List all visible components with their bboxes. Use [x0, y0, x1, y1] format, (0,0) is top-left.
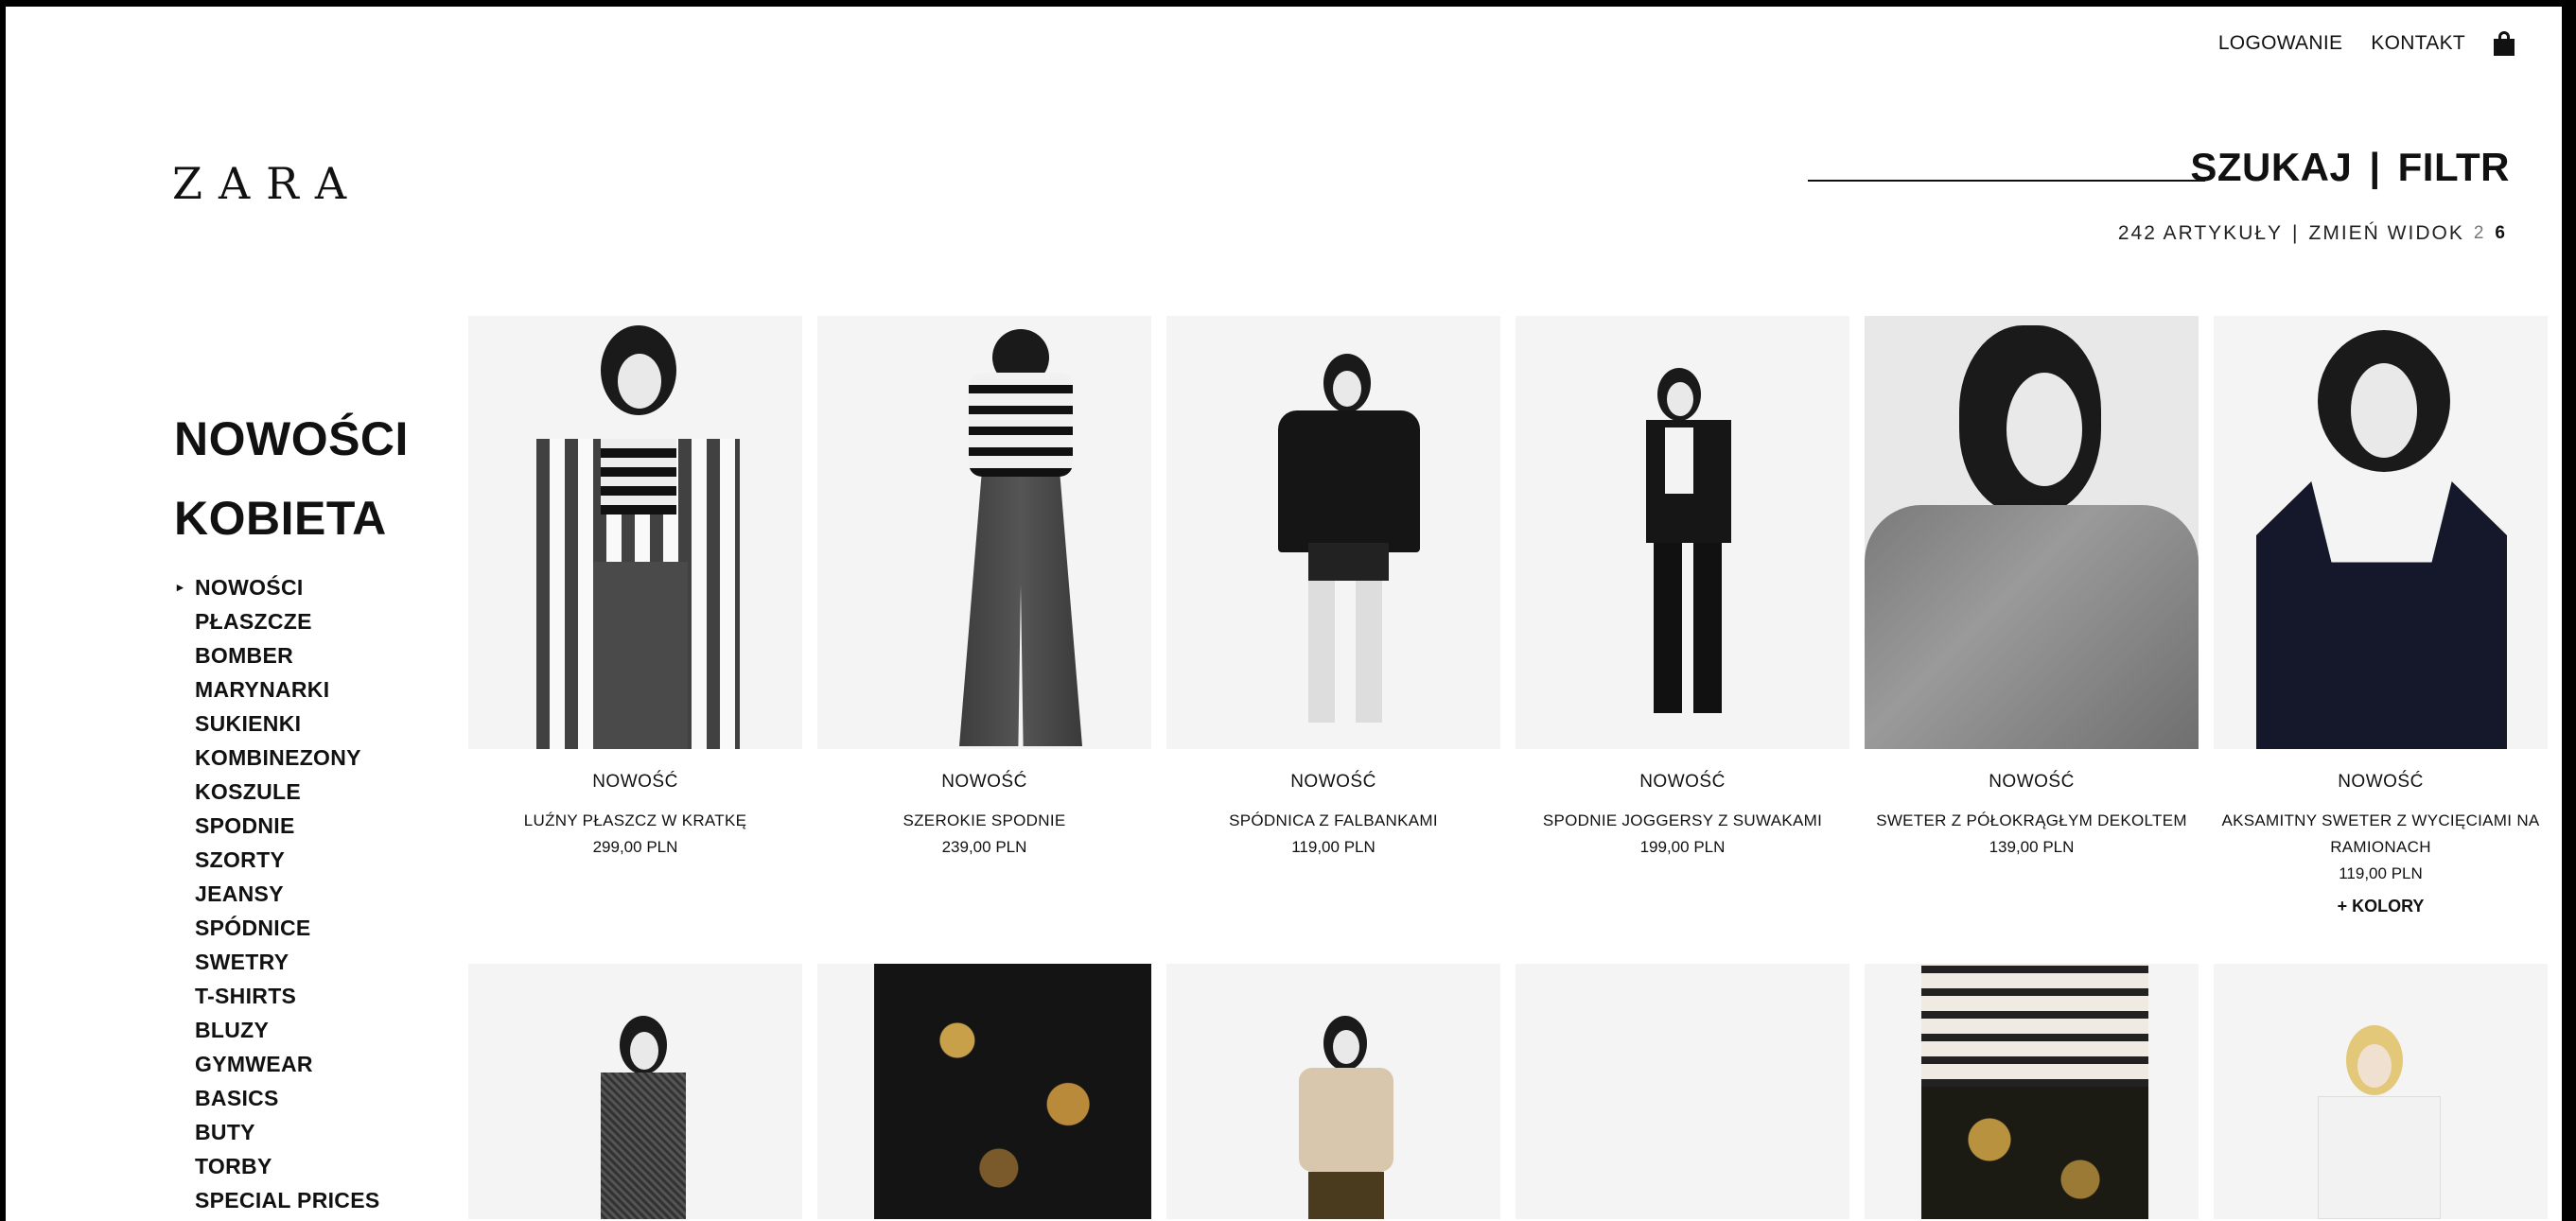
product-tag: NOWOŚĆ [592, 772, 678, 792]
shopping-bag-icon[interactable] [2494, 31, 2515, 56]
product-card[interactable] [1166, 964, 1500, 1219]
login-link[interactable]: LOGOWANIE [2218, 32, 2342, 55]
product-image[interactable] [2214, 316, 2548, 749]
product-image[interactable] [1166, 316, 1500, 749]
product-card[interactable]: NOWOŚĆ SPÓDNICA Z FALBANKAMI 119,00 PLN [1166, 316, 1500, 964]
bullet-icon: ▸ [177, 580, 184, 594]
separator: | [2369, 145, 2381, 189]
search-input-underline[interactable] [1808, 180, 2205, 182]
product-card[interactable]: NOWOŚĆ SZEROKIE SPODNIE 239,00 PLN [817, 316, 1151, 964]
product-card[interactable] [2214, 964, 2548, 1219]
product-price: 119,00 PLN [1291, 838, 1376, 856]
contact-link[interactable]: KONTAKT [2371, 32, 2465, 55]
view-info: 242 ARTYKUŁY | ZMIEŃ WIDOK 2 6 [2118, 222, 2507, 245]
product-card[interactable]: NOWOŚĆ AKSAMITNY SWETER Z WYCIĘCIAMI NA … [2214, 316, 2548, 964]
product-name[interactable]: SWETER Z PÓŁOKRĄGŁYM DEKOLTEM [1865, 808, 2199, 834]
product-image[interactable] [1865, 964, 2199, 1219]
product-price: 299,00 PLN [592, 838, 678, 856]
sidebar-item-szorty[interactable]: SZORTY [174, 843, 380, 877]
product-image[interactable] [1865, 316, 2199, 749]
product-name[interactable]: SPODNIE JOGGERSY Z SUWAKAMI [1516, 808, 1849, 834]
sidebar-item-gymwear[interactable]: GYMWEAR [174, 1047, 380, 1081]
product-card[interactable] [1516, 964, 1849, 1219]
sidebar-item-bluzy[interactable]: BLUZY [174, 1013, 380, 1047]
search-filter-bar: SZUKAJ | FILTR [2190, 145, 2510, 190]
product-image[interactable] [468, 316, 802, 749]
sidebar-item-torby[interactable]: TORBY [174, 1149, 380, 1183]
product-name[interactable]: LUŹNY PŁASZCZ W KRATKĘ [468, 808, 802, 834]
section-title-woman[interactable]: KOBIETA [174, 491, 387, 546]
window-border [2562, 0, 2576, 1221]
more-colors-link[interactable]: + KOLORY [2214, 897, 2548, 916]
sidebar-item-sukienki[interactable]: SUKIENKI [174, 706, 380, 741]
product-card[interactable] [1865, 964, 2199, 1219]
product-price: 119,00 PLN [2339, 864, 2423, 882]
product-tag: NOWOŚĆ [941, 772, 1027, 792]
product-grid: NOWOŚĆ LUŹNY PŁASZCZ W KRATKĘ 299,00 PLN… [468, 316, 2548, 1219]
view-option-2[interactable]: 2 [2474, 223, 2486, 244]
divider: | [2292, 222, 2300, 244]
article-count: 242 ARTYKUŁY [2117, 222, 2284, 244]
section-title-new[interactable]: NOWOŚCI [174, 411, 409, 466]
product-tag: NOWOŚĆ [1639, 772, 1726, 792]
product-image[interactable] [817, 964, 1151, 1219]
change-view-label: ZMIEŃ WIDOK [2308, 222, 2464, 244]
product-name[interactable]: AKSAMITNY SWETER Z WYCIĘCIAMI NA RAMIONA… [2214, 808, 2548, 861]
page: LOGOWANIE KONTAKT ZARA SZUKAJ | FILTR 24… [6, 7, 2562, 1221]
sidebar-item-bomber[interactable]: BOMBER [174, 638, 380, 672]
sidebar-item-buty[interactable]: BUTY [174, 1115, 380, 1149]
product-tag: NOWOŚĆ [2338, 772, 2424, 792]
sidebar-item-t-shirts[interactable]: T-SHIRTS [174, 979, 380, 1013]
product-card[interactable]: NOWOŚĆ SWETER Z PÓŁOKRĄGŁYM DEKOLTEM 139… [1865, 316, 2199, 964]
sidebar-item-plaszcze[interactable]: PŁASZCZE [174, 604, 380, 638]
category-nav: ▸ NOWOŚCI PŁASZCZE BOMBER MARYNARKI SUKIE… [174, 570, 380, 1217]
sidebar-item-basics[interactable]: BASICS [174, 1081, 380, 1115]
product-image[interactable] [2214, 964, 2548, 1219]
sidebar-item-marynarki[interactable]: MARYNARKI [174, 672, 380, 706]
sidebar-item-spodnice[interactable]: SPÓDNICE [174, 911, 380, 945]
sidebar-item-koszule[interactable]: KOSZULE [174, 775, 380, 809]
sidebar-item-special-prices[interactable]: SPECIAL PRICES [174, 1183, 380, 1217]
product-card[interactable]: NOWOŚĆ SPODNIE JOGGERSY Z SUWAKAMI 199,0… [1516, 316, 1849, 964]
filter-link[interactable]: FILTR [2398, 145, 2510, 190]
product-image[interactable] [468, 964, 802, 1219]
zara-logo[interactable]: ZARA [172, 158, 362, 209]
product-price: 139,00 PLN [1989, 838, 2075, 856]
sidebar-item-nowosci[interactable]: ▸ NOWOŚCI [174, 570, 380, 604]
search-link[interactable]: SZUKAJ [2190, 145, 2352, 190]
sidebar-item-swetry[interactable]: SWETRY [174, 945, 380, 979]
product-tag: NOWOŚĆ [1989, 772, 2075, 792]
sidebar-item-spodnie[interactable]: SPODNIE [174, 809, 380, 843]
product-card[interactable] [468, 964, 802, 1219]
product-tag: NOWOŚĆ [1290, 772, 1376, 792]
product-image[interactable] [1166, 964, 1500, 1219]
product-name[interactable]: SPÓDNICA Z FALBANKAMI [1166, 808, 1500, 834]
product-image[interactable] [817, 316, 1151, 749]
product-image[interactable] [1516, 964, 1849, 1219]
sidebar-item-kombinezony[interactable]: KOMBINEZONY [174, 741, 380, 775]
view-option-6[interactable]: 6 [2495, 223, 2507, 244]
top-utility-bar: LOGOWANIE KONTAKT [2218, 31, 2515, 56]
product-image[interactable] [1516, 316, 1849, 749]
sidebar-item-jeansy[interactable]: JEANSY [174, 877, 380, 911]
product-card[interactable]: NOWOŚĆ LUŹNY PŁASZCZ W KRATKĘ 299,00 PLN [468, 316, 802, 964]
product-price: 239,00 PLN [941, 838, 1027, 856]
product-name[interactable]: SZEROKIE SPODNIE [817, 808, 1151, 834]
product-price: 199,00 PLN [1639, 838, 1726, 856]
product-card[interactable] [817, 964, 1151, 1219]
